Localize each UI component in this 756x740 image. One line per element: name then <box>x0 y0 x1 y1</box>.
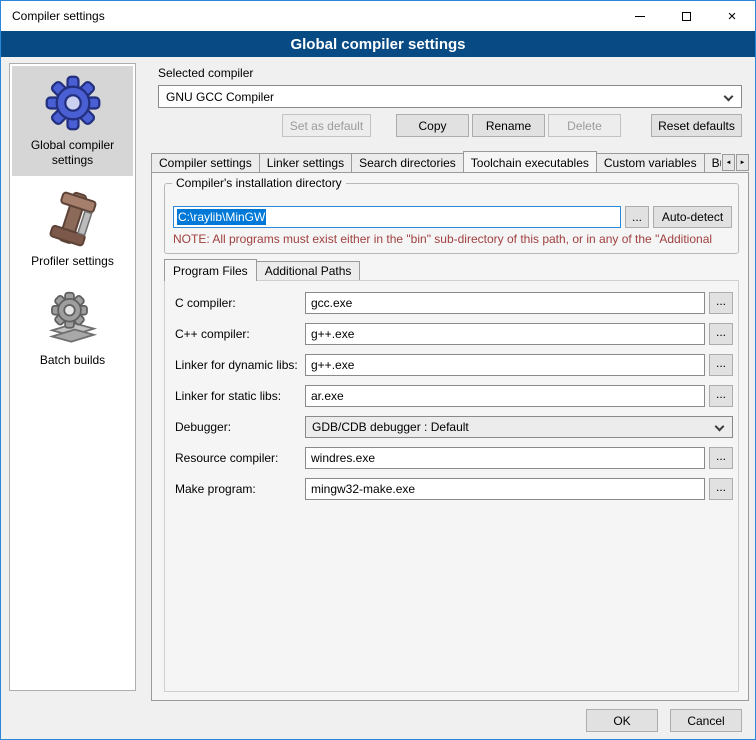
installation-directory-value: C:\raylib\MinGW <box>177 209 266 225</box>
arrow-right-icon: ► <box>740 160 746 166</box>
c-compiler-value: gcc.exe <box>311 296 352 310</box>
set-as-default-button: Set as default <box>282 114 371 137</box>
cpp-compiler-label: C++ compiler: <box>175 327 250 341</box>
tab-compiler-settings[interactable]: Compiler settings <box>151 153 260 172</box>
toolchain-executables-panel: Compiler's installation directory C:\ray… <box>151 172 749 701</box>
sidebar-item-global-compiler-settings[interactable]: Global compiler settings <box>12 66 133 176</box>
sidebar-item-batch-builds[interactable]: Batch builds <box>12 283 133 376</box>
field-row-make-program: Make program: mingw32-make.exe ... <box>165 478 738 500</box>
resource-compiler-browse-button[interactable]: ... <box>709 447 733 469</box>
installation-directory-browse-button[interactable]: ... <box>625 206 649 228</box>
make-program-input[interactable]: mingw32-make.exe <box>305 478 705 500</box>
ok-button[interactable]: OK <box>586 709 658 732</box>
close-button[interactable]: × <box>709 1 755 31</box>
installation-directory-legend: Compiler's installation directory <box>172 176 346 190</box>
sidebar-item-label: Global compiler settings <box>16 138 129 168</box>
subtab-program-files[interactable]: Program Files <box>164 259 257 281</box>
maximize-icon <box>682 12 691 21</box>
cancel-button[interactable]: Cancel <box>670 709 742 732</box>
delete-button: Delete <box>548 114 621 137</box>
settings-tabstrip: Compiler settings Linker settings Search… <box>151 151 721 172</box>
field-row-static-linker: Linker for static libs: ar.exe ... <box>165 385 738 407</box>
cpp-compiler-value: g++.exe <box>311 327 354 341</box>
debugger-select[interactable]: GDB/CDB debugger : Default <box>305 416 733 438</box>
field-row-resource-compiler: Resource compiler: windres.exe ... <box>165 447 738 469</box>
field-row-cpp-compiler: C++ compiler: g++.exe ... <box>165 323 738 345</box>
compiler-select[interactable]: GNU GCC Compiler <box>158 85 742 108</box>
field-row-c-compiler: C compiler: gcc.exe ... <box>165 292 738 314</box>
dynamic-linker-input[interactable]: g++.exe <box>305 354 705 376</box>
blue-gear-icon <box>44 74 102 132</box>
chevron-down-icon <box>724 92 734 102</box>
tab-scroll-right-button[interactable]: ► <box>736 154 749 171</box>
static-linker-browse-button[interactable]: ... <box>709 385 733 407</box>
dynamic-linker-browse-button[interactable]: ... <box>709 354 733 376</box>
static-linker-label: Linker for static libs: <box>175 389 281 403</box>
resource-compiler-label: Resource compiler: <box>175 451 278 465</box>
static-linker-input[interactable]: ar.exe <box>305 385 705 407</box>
debugger-label: Debugger: <box>175 420 231 434</box>
static-linker-value: ar.exe <box>311 389 344 403</box>
window-controls: × <box>617 1 755 31</box>
close-icon: × <box>728 8 737 25</box>
tab-linker-settings[interactable]: Linker settings <box>259 153 352 172</box>
make-program-value: mingw32-make.exe <box>311 482 415 496</box>
dynamic-linker-value: g++.exe <box>311 358 354 372</box>
compiler-select-value: GNU GCC Compiler <box>166 90 274 104</box>
chevron-down-icon <box>715 422 725 432</box>
gray-gears-icon <box>45 291 101 347</box>
program-files-panel: C compiler: gcc.exe ... C++ compiler: g+… <box>164 280 739 692</box>
tab-search-directories[interactable]: Search directories <box>351 153 464 172</box>
resource-compiler-value: windres.exe <box>311 451 375 465</box>
titlebar: Compiler settings × <box>1 1 755 31</box>
tab-custom-variables[interactable]: Custom variables <box>596 153 705 172</box>
sidebar-item-label: Profiler settings <box>31 254 114 269</box>
field-row-dynamic-linker: Linker for dynamic libs: g++.exe ... <box>165 354 738 376</box>
profiler-tool-icon <box>46 190 100 248</box>
selected-compiler-label: Selected compiler <box>158 66 253 80</box>
subtab-additional-paths[interactable]: Additional Paths <box>256 261 361 280</box>
tab-build-options-clipped[interactable]: Buil <box>704 153 721 172</box>
minimize-icon <box>635 16 645 17</box>
make-program-label: Make program: <box>175 482 256 496</box>
make-program-browse-button[interactable]: ... <box>709 478 733 500</box>
copy-button[interactable]: Copy <box>396 114 469 137</box>
settings-sidebar: Global compiler settings Profiler settin… <box>9 63 136 691</box>
sidebar-item-profiler-settings[interactable]: Profiler settings <box>12 182 133 277</box>
page-title: Global compiler settings <box>1 31 755 57</box>
minimize-button[interactable] <box>617 1 663 31</box>
arrow-left-icon: ◄ <box>726 160 732 166</box>
installation-directory-groupbox: Compiler's installation directory C:\ray… <box>164 183 739 254</box>
debugger-value: GDB/CDB debugger : Default <box>312 420 469 434</box>
field-row-debugger: Debugger: GDB/CDB debugger : Default <box>165 416 738 438</box>
c-compiler-label: C compiler: <box>175 296 236 310</box>
bin-subdirectory-note: NOTE: All programs must exist either in … <box>173 232 735 246</box>
c-compiler-browse-button[interactable]: ... <box>709 292 733 314</box>
sidebar-item-label: Batch builds <box>40 353 105 368</box>
installation-directory-input[interactable]: C:\raylib\MinGW <box>173 206 621 228</box>
c-compiler-input[interactable]: gcc.exe <box>305 292 705 314</box>
compiler-settings-window: Compiler settings × Global compiler sett… <box>0 0 756 740</box>
rename-button[interactable]: Rename <box>472 114 545 137</box>
cpp-compiler-browse-button[interactable]: ... <box>709 323 733 345</box>
auto-detect-button[interactable]: Auto-detect <box>653 206 732 228</box>
maximize-button[interactable] <box>663 1 709 31</box>
tab-scroll-left-button[interactable]: ◄ <box>722 154 735 171</box>
toolchain-subtabstrip: Program Files Additional Paths <box>164 258 359 280</box>
window-title: Compiler settings <box>12 9 105 23</box>
cpp-compiler-input[interactable]: g++.exe <box>305 323 705 345</box>
resource-compiler-input[interactable]: windres.exe <box>305 447 705 469</box>
reset-defaults-button[interactable]: Reset defaults <box>651 114 742 137</box>
dynamic-linker-label: Linker for dynamic libs: <box>175 358 298 372</box>
tab-toolchain-executables[interactable]: Toolchain executables <box>463 151 597 172</box>
